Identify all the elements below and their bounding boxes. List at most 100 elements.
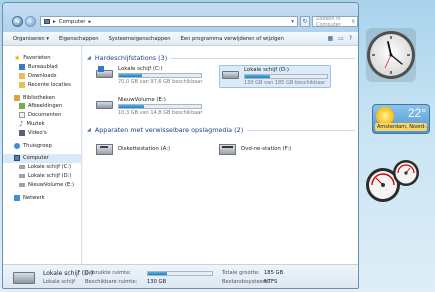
sidebar-label: Favorieten [23, 55, 51, 62]
cpu-meter-gadget[interactable] [362, 158, 422, 204]
status-used-label: Gebruikte ruimte: [85, 270, 132, 276]
sidebar-item-desktop[interactable]: Bureaublad [3, 63, 81, 72]
drive-name: NieuwVolume (E:) [118, 97, 166, 103]
address-dropdown-icon[interactable]: ▾ [291, 19, 294, 25]
address-bar[interactable]: ▸ Computer ▸ ▾ [40, 16, 298, 27]
section-divider [171, 57, 355, 59]
removable-section-header[interactable]: ◢ Apparaten met verwisselbare opslagmedi… [87, 126, 355, 134]
search-input[interactable]: Zoeken in Computer ⚲ [312, 15, 358, 28]
sidebar-item-recent[interactable]: Recente locaties [3, 80, 81, 89]
status-usage-bar [147, 271, 213, 276]
drive-tile-d[interactable]: Lokale schijf (D:) 130 GB van 185 GB bes… [219, 65, 331, 88]
sidebar-item-libraries[interactable]: Bibliotheken [3, 93, 81, 102]
network-icon [14, 194, 20, 201]
drive-tile-c[interactable]: Lokale schijf (C:) 70,0 GB van 97,6 GB b… [96, 66, 202, 85]
hard-drive-icon [222, 67, 240, 81]
status-fs-label: Bestandssysteem: [222, 279, 270, 285]
sidebar-item-network[interactable]: Netwerk [3, 193, 81, 202]
drive-usage-bar [244, 74, 328, 79]
uninstall-program-button[interactable]: Een programma verwijderen of wijzigen [181, 36, 284, 42]
drive-usage-fill [119, 74, 142, 77]
command-bar: Organiseren ▾ Eigenschappen Systeemeigen… [3, 32, 358, 46]
videos-icon [19, 129, 25, 136]
music-icon: ♪ [19, 119, 24, 128]
status-total-value: 185 GB [264, 270, 284, 276]
view-options-icon[interactable]: ▦ [327, 35, 333, 42]
dvd-drive-icon [219, 142, 237, 156]
sidebar-label: Thuisgroep [23, 142, 52, 149]
search-placeholder: Zoeken in Computer [316, 15, 341, 28]
sidebar-item-drive-c[interactable]: Lokale schijf (C:) [3, 163, 81, 172]
collapse-icon[interactable]: ◢ [87, 127, 91, 133]
clock-gadget[interactable] [364, 26, 418, 84]
section-title: Apparaten met verwisselbare opslagmedia … [94, 126, 244, 134]
refresh-button[interactable]: ↻ [300, 16, 310, 27]
downloads-folder-icon [19, 72, 25, 79]
explorer-window: ◂ ▸ ▸ Computer ▸ ▾ ↻ Zoeken in Computer … [2, 2, 359, 289]
status-total-label: Totale grootte: [222, 270, 260, 276]
window-chrome: ◂ ▸ ▸ Computer ▸ ▾ ↻ Zoeken in Computer … [3, 3, 358, 32]
status-usage-fill [148, 272, 168, 275]
status-drive-type: Lokale schijf [43, 279, 75, 285]
sidebar-label: Recente locaties [28, 81, 71, 88]
status-drive-icon [13, 272, 35, 284]
section-title: Hardeschijfstations (3) [94, 54, 168, 62]
sidebar-item-computer[interactable]: Computer [3, 153, 81, 163]
status-free-label: Beschikbare ruimte: [85, 279, 138, 285]
forward-button[interactable]: ▸ [25, 16, 36, 27]
sidebar-label: NieuwVolume (E:) [28, 181, 75, 188]
navigation-pane: ★ Favorieten Bureaublad Downloads Recent… [3, 46, 82, 264]
status-fs-value: NTFS [264, 279, 278, 285]
sidebar-label: Video's [28, 129, 47, 136]
sidebar-item-music[interactable]: ♪ Muziek [3, 120, 81, 129]
weather-location: Amsterdam, Noord-... [375, 123, 427, 131]
sidebar-item-downloads[interactable]: Downloads [3, 72, 81, 81]
section-divider [247, 129, 355, 131]
help-icon[interactable]: ? [349, 35, 352, 42]
hdd-section-header[interactable]: ◢ Hardeschijfstations (3) [87, 54, 355, 62]
sidebar-label: Lokale schijf (C:) [28, 164, 71, 171]
drive-space-text: 130 GB van 185 GB beschikbaar [244, 80, 326, 86]
sidebar-item-homegroup[interactable]: Thuisgroep [3, 141, 81, 150]
drive-name: Diskettestation (A:) [118, 146, 171, 152]
sidebar-item-drive-e[interactable]: NieuwVolume (E:) [3, 180, 81, 189]
sidebar-item-videos[interactable]: Video's [3, 128, 81, 137]
pictures-icon [19, 103, 25, 110]
drive-usage-fill [245, 75, 270, 78]
drive-space-text: 70,0 GB van 97,6 GB beschikbaar [118, 79, 203, 85]
cpu-meter-icon [366, 160, 419, 202]
drive-tile-a[interactable]: Diskettestation (A:) [96, 142, 170, 156]
properties-button[interactable]: Eigenschappen [59, 36, 99, 42]
computer-icon [44, 19, 50, 24]
address-text: Computer [58, 18, 86, 25]
drive-tile-f[interactable]: Dvd-rw-station (F:) [219, 142, 291, 156]
breadcrumb-separator-icon: ▸ [53, 18, 56, 25]
organize-button[interactable]: Organiseren ▾ [13, 36, 49, 42]
weather-temperature: 22° [407, 106, 426, 120]
sidebar-label: Bureaublad [28, 64, 58, 71]
hard-drive-icon [19, 173, 25, 178]
libraries-icon [14, 94, 20, 101]
sidebar-item-drive-d[interactable]: Lokale schijf (D:) [3, 172, 81, 181]
back-button[interactable]: ◂ [12, 16, 23, 27]
sidebar-label: Lokale schijf (D:) [28, 172, 72, 179]
sidebar-label: Documenten [28, 112, 62, 119]
sidebar-label: Computer [23, 155, 49, 162]
weather-gadget[interactable]: 22° Amsterdam, Noord-... [372, 104, 430, 134]
homegroup-icon [14, 142, 20, 149]
recent-places-icon [19, 81, 25, 88]
clock-face-icon [366, 28, 416, 82]
collapse-icon[interactable]: ◢ [87, 55, 91, 61]
preview-pane-icon[interactable]: ▭ [338, 35, 344, 42]
floppy-drive-icon [96, 142, 114, 156]
hard-drive-icon [19, 182, 25, 187]
drive-tile-e[interactable]: NieuwVolume (E:) 10,3 GB van 14,8 GB bes… [96, 97, 202, 116]
sidebar-item-favorites[interactable]: ★ Favorieten [3, 54, 81, 63]
sidebar-item-pictures[interactable]: Afbeeldingen [3, 102, 81, 111]
drive-name: Lokale schijf (D:) [244, 67, 290, 73]
sidebar-item-documents[interactable]: Documenten [3, 111, 81, 120]
system-properties-button[interactable]: Systeemeigenschappen [109, 36, 171, 42]
details-pane: Lokale schijf (D:) Lokale schijf Gebruik… [3, 264, 358, 288]
content-area: ◢ Hardeschijfstations (3) Lokale schijf … [83, 46, 358, 264]
hard-drive-icon [96, 66, 114, 80]
